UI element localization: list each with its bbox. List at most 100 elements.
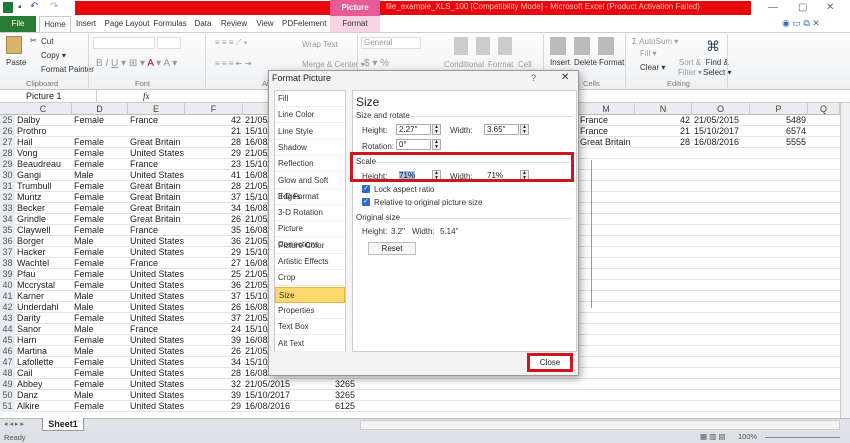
cell[interactable]: Male bbox=[74, 236, 128, 247]
tab-page-layout[interactable]: Page Layout bbox=[103, 16, 151, 32]
autosum-button[interactable]: Σ AutoSum ▾ bbox=[632, 37, 678, 46]
cell[interactable]: Female bbox=[74, 203, 128, 214]
insert-cells-button[interactable]: Insert bbox=[550, 58, 570, 67]
column-header-q[interactable]: Q bbox=[808, 103, 840, 115]
cell[interactable]: Female bbox=[74, 192, 128, 203]
cell[interactable]: 39 bbox=[185, 390, 241, 401]
column-header-f[interactable]: F bbox=[185, 103, 243, 115]
column-header-e[interactable]: E bbox=[128, 103, 185, 115]
cell[interactable]: 6125 bbox=[300, 401, 355, 412]
row-number[interactable]: 50 bbox=[0, 390, 15, 401]
save-icon[interactable]: ▪ bbox=[18, 2, 22, 13]
row-number[interactable]: 40 bbox=[0, 280, 15, 291]
cell[interactable]: Dalby bbox=[17, 115, 72, 126]
picture-selection-edge[interactable] bbox=[580, 160, 592, 308]
row-number[interactable]: 47 bbox=[0, 357, 15, 368]
cell[interactable]: 26 bbox=[185, 302, 241, 313]
wrap-text-button[interactable]: Wrap Text bbox=[302, 40, 338, 49]
bold-italic-underline-buttons[interactable]: B I U ▾ ⊞ ▾ A ▾ A ▾ bbox=[96, 58, 177, 69]
cell[interactable]: Female bbox=[74, 115, 128, 126]
cell-styles-button[interactable]: Cell bbox=[518, 60, 532, 69]
cell[interactable]: Female bbox=[74, 159, 128, 170]
cell[interactable]: Female bbox=[74, 368, 128, 379]
height-spinner[interactable]: ▲ ▼ bbox=[432, 124, 441, 135]
cell[interactable]: Alkire bbox=[17, 401, 72, 412]
cell[interactable]: Great Britain bbox=[130, 192, 185, 203]
cell[interactable]: United States bbox=[130, 302, 185, 313]
cell[interactable]: Female bbox=[74, 247, 128, 258]
row-number[interactable]: 48 bbox=[0, 368, 15, 379]
category-picture-color[interactable]: Picture Color bbox=[275, 238, 345, 254]
cell[interactable]: Sanor bbox=[17, 324, 72, 335]
cell[interactable]: 5555 bbox=[750, 137, 806, 148]
cell[interactable]: 6574 bbox=[750, 126, 806, 137]
cell[interactable]: 26 bbox=[185, 214, 241, 225]
cell[interactable]: 21/05/2015 bbox=[245, 379, 305, 390]
cell[interactable]: Female bbox=[74, 335, 128, 346]
cell[interactable]: Muntz bbox=[17, 192, 72, 203]
cell[interactable]: Great Britain bbox=[580, 137, 634, 148]
tab-formulas[interactable]: Formulas bbox=[153, 16, 187, 32]
category-line-color[interactable]: Line Color bbox=[275, 107, 345, 124]
row-number[interactable]: 37 bbox=[0, 247, 15, 258]
column-header-m[interactable]: M bbox=[578, 103, 635, 115]
cell[interactable]: 28 bbox=[185, 181, 241, 192]
cell[interactable]: Mccrystal bbox=[17, 280, 72, 291]
width-spinner[interactable]: ▲ ▼ bbox=[520, 124, 529, 135]
cell[interactable]: France bbox=[130, 258, 185, 269]
category-text-box[interactable]: Text Box bbox=[275, 319, 345, 336]
height-input[interactable]: 2.27" bbox=[396, 124, 431, 135]
row-number[interactable]: 32 bbox=[0, 192, 15, 203]
cell[interactable]: Great Britain bbox=[130, 137, 185, 148]
cell[interactable]: United States bbox=[130, 170, 185, 181]
tab-pdfelement[interactable]: PDFelement bbox=[282, 16, 326, 32]
fill-button[interactable]: Fill ▾ bbox=[640, 49, 656, 58]
cell[interactable]: 29 bbox=[185, 401, 241, 412]
row-number[interactable]: 36 bbox=[0, 236, 15, 247]
cell[interactable]: Becker bbox=[17, 203, 72, 214]
cell[interactable]: Borger bbox=[17, 236, 72, 247]
cell[interactable]: United States bbox=[130, 368, 185, 379]
cell[interactable]: Claywell bbox=[17, 225, 72, 236]
cell[interactable]: France bbox=[580, 126, 634, 137]
row-number[interactable]: 33 bbox=[0, 203, 15, 214]
cell[interactable]: Female bbox=[74, 181, 128, 192]
cell[interactable]: United States bbox=[130, 357, 185, 368]
tab-format[interactable]: Format bbox=[330, 16, 380, 32]
column-header-p[interactable]: P bbox=[750, 103, 808, 115]
rotation-spinner[interactable]: ▲ ▼ bbox=[432, 139, 441, 150]
row-number[interactable]: 45 bbox=[0, 335, 15, 346]
cell[interactable]: Female bbox=[74, 357, 128, 368]
category-artistic-effects[interactable]: Artistic Effects bbox=[275, 254, 345, 270]
cell[interactable]: Female bbox=[74, 280, 128, 291]
cell[interactable]: 21 bbox=[635, 126, 690, 137]
cell[interactable]: United States bbox=[130, 291, 185, 302]
conditional-formatting-button[interactable]: Conditional bbox=[444, 60, 484, 69]
format-cells-button[interactable]: Format bbox=[599, 58, 624, 67]
cell[interactable]: Grindle bbox=[17, 214, 72, 225]
cell[interactable]: Male bbox=[74, 324, 128, 335]
zoom-level[interactable]: 100% bbox=[738, 432, 757, 441]
cell[interactable] bbox=[74, 126, 128, 137]
merge-center-button[interactable]: Merge & Center ▾ bbox=[302, 60, 365, 69]
restore-button[interactable]: ▢ bbox=[798, 2, 807, 13]
cell[interactable]: Harn bbox=[17, 335, 72, 346]
tab-data[interactable]: Data bbox=[193, 16, 213, 32]
cell[interactable]: 39 bbox=[185, 335, 241, 346]
tab-view[interactable]: View bbox=[254, 16, 276, 32]
format-painter-button[interactable]: Format Painter bbox=[41, 65, 94, 74]
row-number[interactable]: 46 bbox=[0, 346, 15, 357]
category-3-d-format[interactable]: 3-D Format bbox=[275, 189, 345, 205]
cell[interactable]: Hail bbox=[17, 137, 72, 148]
align-buttons-2[interactable]: ≡ ≡ ≡ ⇤ ⇥ bbox=[215, 59, 251, 68]
tab-review[interactable]: Review bbox=[220, 16, 248, 32]
cell[interactable]: Martina bbox=[17, 346, 72, 357]
cell[interactable]: France bbox=[130, 115, 185, 126]
cell[interactable]: 41 bbox=[185, 170, 241, 181]
category-fill[interactable]: Fill bbox=[275, 91, 345, 107]
tab-home[interactable]: Home bbox=[39, 16, 71, 32]
cell[interactable]: 37 bbox=[185, 313, 241, 324]
cell[interactable]: Underdahl bbox=[17, 302, 72, 313]
cell[interactable]: Female bbox=[74, 258, 128, 269]
number-format-select[interactable]: General bbox=[361, 37, 421, 49]
